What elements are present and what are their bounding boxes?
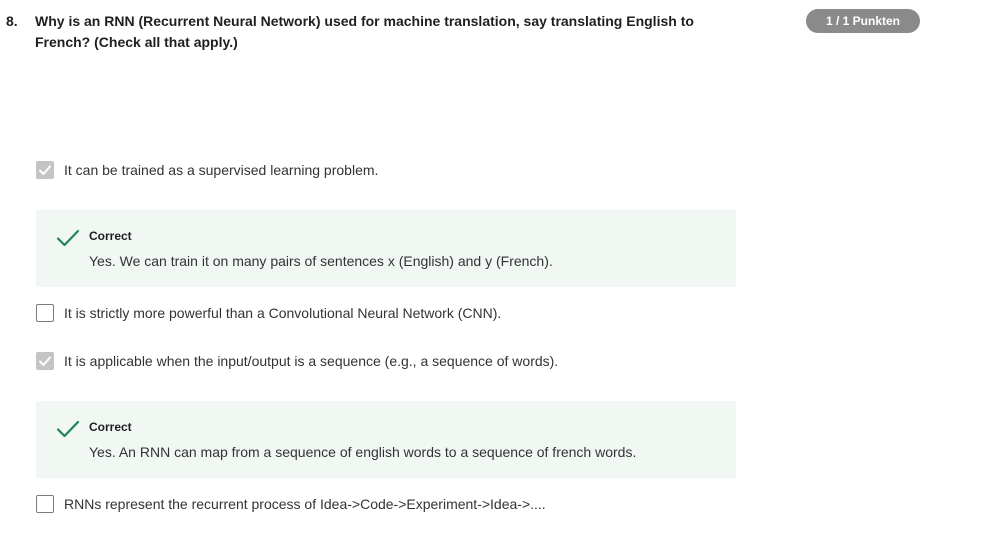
checkmark-icon: [56, 420, 80, 438]
answer-option-label: It is strictly more powerful than a Conv…: [64, 305, 502, 321]
checkbox-unchecked[interactable]: [36, 495, 54, 513]
feedback-panel-2: Correct Yes. An RNN can map from a seque…: [36, 401, 736, 478]
checkmark-icon: [39, 165, 51, 175]
question-text: Why is an RNN (Recurrent Neural Network)…: [35, 13, 694, 50]
question-header: 8. Why is an RNN (Recurrent Neural Netwo…: [6, 11, 746, 53]
checkmark-icon: [39, 356, 51, 366]
feedback-text: Yes. An RNN can map from a sequence of e…: [89, 444, 637, 460]
answer-option-2[interactable]: It is strictly more powerful than a Conv…: [36, 303, 501, 323]
checkbox-checked[interactable]: [36, 352, 54, 370]
answer-option-label: It is applicable when the input/output i…: [64, 353, 559, 369]
answer-option-label: It can be trained as a supervised learni…: [64, 162, 379, 178]
feedback-text: Yes. We can train it on many pairs of se…: [89, 253, 553, 269]
answer-option-label: RNNs represent the recurrent process of …: [64, 496, 546, 512]
answer-option-4[interactable]: RNNs represent the recurrent process of …: [36, 494, 546, 514]
answer-option-3[interactable]: It is applicable when the input/output i…: [36, 351, 558, 371]
checkbox-unchecked[interactable]: [36, 304, 54, 322]
checkmark-icon: [56, 229, 80, 247]
feedback-title: Correct: [89, 229, 132, 243]
checkbox-checked[interactable]: [36, 161, 54, 179]
question-number: 8.: [6, 13, 18, 29]
score-badge: 1 / 1 Punkten: [806, 9, 920, 33]
feedback-title: Correct: [89, 420, 132, 434]
feedback-panel-1: Correct Yes. We can train it on many pai…: [36, 210, 736, 287]
answer-option-1[interactable]: It can be trained as a supervised learni…: [36, 160, 378, 180]
